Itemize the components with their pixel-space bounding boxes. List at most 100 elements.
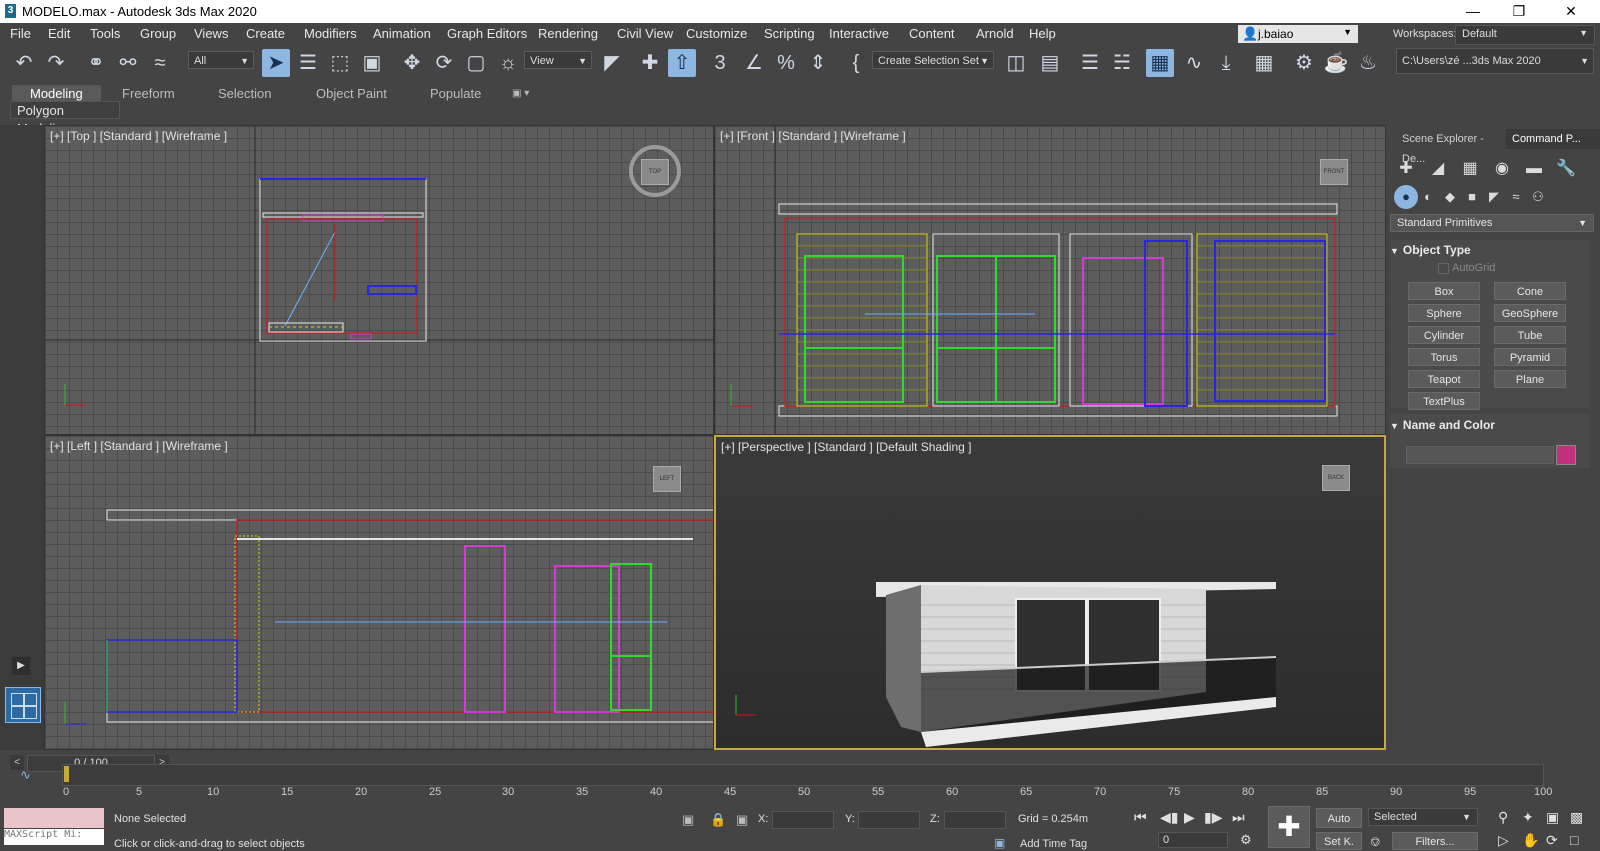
scale-icon[interactable]: ▢ bbox=[462, 49, 490, 77]
menu-file[interactable]: File bbox=[10, 26, 31, 41]
menu-modifiers[interactable]: Modifiers bbox=[304, 26, 357, 41]
align-icon[interactable]: ▤ bbox=[1036, 49, 1064, 77]
spinner-snap-icon[interactable]: ⇕ bbox=[804, 49, 832, 77]
keyboard-shortcut-override-icon[interactable]: ⇧ bbox=[668, 49, 696, 77]
viewcube-front[interactable]: FRONT bbox=[1320, 159, 1348, 185]
go-to-end-icon[interactable]: ⏭ bbox=[1232, 809, 1245, 826]
pivot-center-icon[interactable]: ◤ bbox=[598, 49, 626, 77]
viewport-layout-icon[interactable] bbox=[5, 687, 41, 723]
utilities-icon[interactable]: 🔧 bbox=[1554, 157, 1578, 181]
object-color-swatch[interactable] bbox=[1556, 445, 1576, 465]
teapot-button[interactable]: Teapot bbox=[1408, 370, 1480, 388]
schematic-view-icon[interactable]: ⤓ bbox=[1212, 49, 1240, 77]
move-icon[interactable]: ✥ bbox=[398, 49, 426, 77]
time-tag-icon[interactable]: ▣ bbox=[994, 836, 1005, 850]
autogrid-checkbox[interactable]: AutoGrid bbox=[1438, 262, 1495, 274]
viewport-perspective-label[interactable]: [+] [Perspective ] [Standard ] [Default … bbox=[721, 440, 971, 454]
set-key-button[interactable]: Set K. bbox=[1316, 832, 1362, 850]
current-frame-marker[interactable] bbox=[64, 766, 69, 782]
geosphere-button[interactable]: GeoSphere bbox=[1494, 304, 1566, 322]
viewport-top-label[interactable]: [+] [Top ] [Standard ] [Wireframe ] bbox=[50, 129, 227, 143]
user-account-dropdown[interactable]: 👤 j.baiao ▼ bbox=[1238, 25, 1358, 43]
space-warps-icon[interactable]: ≈ bbox=[1504, 185, 1528, 209]
torus-button[interactable]: Torus bbox=[1408, 348, 1480, 366]
menu-civil-view[interactable]: Civil View bbox=[617, 26, 673, 41]
time-configuration-icon[interactable]: ⚙ bbox=[1240, 832, 1252, 848]
shapes-icon[interactable]: ◐ bbox=[1416, 185, 1440, 209]
redo-icon[interactable]: ↷ bbox=[42, 49, 70, 77]
window-crossing-icon[interactable]: ▣ bbox=[358, 49, 386, 77]
ribbon-tab-object-paint[interactable]: Object Paint bbox=[316, 85, 387, 103]
lock-icon[interactable]: 🔒 bbox=[710, 812, 726, 828]
curve-editor-icon[interactable]: ∿ bbox=[1180, 49, 1208, 77]
menu-arnold[interactable]: Arnold bbox=[976, 26, 1014, 41]
layer-manager-icon[interactable]: ☰ bbox=[1076, 49, 1104, 77]
key-filters-button[interactable]: Filters... bbox=[1392, 832, 1478, 850]
cone-button[interactable]: Cone bbox=[1494, 282, 1566, 300]
undo-icon[interactable]: ↶ bbox=[10, 49, 38, 77]
zoom-extents-all-icon[interactable]: ▩ bbox=[1570, 809, 1583, 826]
app-icon[interactable]: 3 bbox=[5, 4, 16, 18]
select-by-name-icon[interactable]: ☰ bbox=[294, 49, 322, 77]
isolate-selection-icon[interactable]: ▣ bbox=[682, 812, 694, 828]
set-key-icon[interactable]: ✚ bbox=[1268, 806, 1310, 848]
menu-interactive[interactable]: Interactive bbox=[829, 26, 889, 41]
place-icon[interactable]: ☼ bbox=[494, 49, 522, 77]
viewport-top[interactable]: TOP [+] [Top ] [Standard ] [Wireframe ] bbox=[44, 125, 714, 435]
render-setup-icon[interactable]: ⚙ bbox=[1290, 49, 1318, 77]
helpers-icon[interactable]: ◤ bbox=[1482, 185, 1506, 209]
plane-button[interactable]: Plane bbox=[1494, 370, 1566, 388]
field-of-view-icon[interactable]: ▷ bbox=[1498, 832, 1509, 849]
menu-content[interactable]: Content bbox=[909, 26, 955, 41]
z-coord-field[interactable] bbox=[944, 811, 1006, 829]
expand-arrow-icon[interactable]: ▶ bbox=[12, 657, 30, 675]
box-button[interactable]: Box bbox=[1408, 282, 1480, 300]
render-production-icon[interactable]: ♨ bbox=[1354, 49, 1382, 77]
track-bar[interactable] bbox=[62, 764, 1544, 786]
edit-named-selection-icon[interactable]: { bbox=[842, 49, 870, 77]
auto-key-button[interactable]: Auto bbox=[1316, 808, 1362, 828]
link-icon[interactable]: ⚭ bbox=[82, 49, 110, 77]
pyramid-button[interactable]: Pyramid bbox=[1494, 348, 1566, 366]
motion-icon[interactable]: ◉ bbox=[1490, 157, 1514, 181]
systems-icon[interactable]: ⚇ bbox=[1526, 185, 1550, 209]
maxscript-mini-listener[interactable]: MAXScript Mi: bbox=[4, 829, 104, 845]
textplus-button[interactable]: TextPlus bbox=[1408, 392, 1480, 410]
menu-customize[interactable]: Customize bbox=[686, 26, 747, 41]
tab-scene-explorer[interactable]: Scene Explorer - De... bbox=[1396, 129, 1508, 165]
menu-animation[interactable]: Animation bbox=[373, 26, 431, 41]
curve-editor-mini-icon[interactable]: ∿ bbox=[20, 767, 31, 783]
menu-edit[interactable]: Edit bbox=[48, 26, 70, 41]
ribbon-toggle-icon[interactable]: ▦ bbox=[1146, 49, 1174, 77]
cameras-icon[interactable]: ■ bbox=[1460, 185, 1484, 209]
mirror-icon[interactable]: ◫ bbox=[1002, 49, 1030, 77]
rotate-icon[interactable]: ⟳ bbox=[430, 49, 458, 77]
absolute-mode-icon[interactable]: ▣ bbox=[736, 812, 748, 828]
pan-view-icon[interactable]: ✋ bbox=[1522, 832, 1539, 849]
select-object-icon[interactable]: ➤ bbox=[262, 49, 290, 77]
reference-coord-dropdown[interactable]: View ▼ bbox=[524, 51, 592, 69]
unlink-icon[interactable]: ⚯ bbox=[114, 49, 142, 77]
snaps-toggle-icon[interactable]: 3 bbox=[706, 49, 734, 77]
current-frame-field[interactable]: 0 bbox=[1158, 832, 1228, 848]
close-button[interactable]: ✕ bbox=[1548, 0, 1594, 23]
project-folder-dropdown[interactable]: C:\Users\zé ...3ds Max 2020 ▼ bbox=[1396, 48, 1594, 74]
maximize-button[interactable]: ❐ bbox=[1496, 0, 1542, 23]
viewcube-perspective[interactable]: BACK bbox=[1322, 465, 1350, 491]
viewcube-top[interactable]: TOP bbox=[641, 159, 669, 185]
percent-snap-icon[interactable]: % bbox=[772, 49, 800, 77]
y-coord-field[interactable] bbox=[858, 811, 920, 829]
modify-icon[interactable]: ◢ bbox=[1426, 157, 1450, 181]
menu-scripting[interactable]: Scripting bbox=[764, 26, 815, 41]
rectangular-selection-icon[interactable]: ⬚ bbox=[326, 49, 354, 77]
viewport-front[interactable]: FRONT [+] [Front ] [Standard ] [Wirefram… bbox=[714, 125, 1386, 435]
hierarchy-icon[interactable]: ▦ bbox=[1458, 157, 1482, 181]
menu-graph-editors[interactable]: Graph Editors bbox=[447, 26, 527, 41]
rendered-frame-window-icon[interactable]: ☕ bbox=[1322, 49, 1350, 77]
lights-icon[interactable]: ◆ bbox=[1438, 185, 1462, 209]
material-editor-icon[interactable]: ▦ bbox=[1250, 49, 1278, 77]
display-icon[interactable]: ▬ bbox=[1522, 157, 1546, 181]
zoom-extents-icon[interactable]: ▣ bbox=[1546, 809, 1559, 826]
x-coord-field[interactable] bbox=[772, 811, 834, 829]
tab-command-panel[interactable]: Command P... bbox=[1506, 129, 1600, 149]
